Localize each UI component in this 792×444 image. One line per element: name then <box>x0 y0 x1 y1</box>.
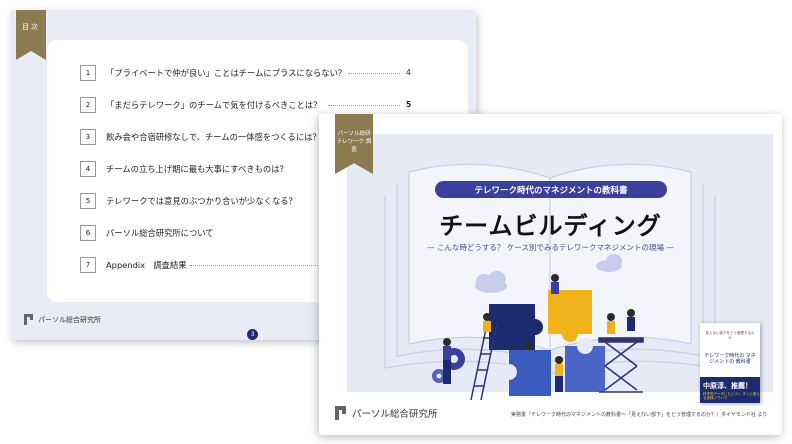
toc-item-number: 2 <box>80 97 96 113</box>
toc-item-number: 1 <box>80 65 96 81</box>
toc-item-title: パーソル総合研究所について <box>106 228 214 238</box>
toc-item-title: Appendix 調査結果 <box>106 260 187 270</box>
logo-text: パーソル総合研究所 <box>38 315 101 324</box>
toc-leader <box>190 265 320 266</box>
toc-leader <box>328 105 400 106</box>
toc-item-number: 4 <box>80 161 96 177</box>
persol-logo-icon <box>335 406 346 420</box>
source-credit: 実務書『テレワーク時代のマネジメントの教科書～「見えない部下」をどう管理するのか… <box>511 412 768 418</box>
toc-leader <box>348 73 400 74</box>
book-title: テレワーク時代の マネジメントの 教科書 <box>704 353 756 365</box>
book-cover-image: 見えない部下をどう管理するのか テレワーク時代の マネジメントの 教科書 中原淳… <box>700 323 760 403</box>
toc-item-title: 飲み会や合宿研修なしで、チームの一体感をつくるには？ <box>106 132 321 142</box>
book-endorsement: 中原淳、推薦！ <box>703 382 752 390</box>
toc-item[interactable]: 1 「プライベートで仲が良い」ことはチームにプラスにならない？ <box>80 64 346 82</box>
toc-item[interactable]: 2 「まだらテレワーク」のチームで気を付けるべきことは？ <box>80 96 321 114</box>
book-subtext: 科学的データにもとづく すぐに使える実践ノウハウ <box>703 392 760 400</box>
toc-item-title: チームの立ち上げ期に最も大事にすべきものは？ <box>106 164 288 174</box>
toc-item-page: 5 <box>406 100 412 109</box>
toc-item-number: 5 <box>80 193 96 209</box>
toc-item-title: テレワークでは意見のぶつかり合いが少なくなる？ <box>106 196 297 206</box>
toc-item[interactable]: 7 Appendix 調査結果 <box>80 256 187 274</box>
toc-item[interactable]: 4 チームの立ち上げ期に最も大事にすべきものは？ <box>80 160 288 178</box>
toc-item[interactable]: 5 テレワークでは意見のぶつかり合いが少なくなる？ <box>80 192 297 210</box>
persol-logo-icon <box>24 314 33 325</box>
toc-item-number: 6 <box>80 225 96 241</box>
persol-logo: パーソル総合研究所 <box>335 406 438 420</box>
toc-item-number: 7 <box>80 257 96 273</box>
cover-page: パーソル総研 テレワーク 調査 テレワーク時代のマネジメントの教科書 チームビル… <box>319 114 782 435</box>
toc-item-title: 「プライベートで仲が良い」ことはチームにプラスにならない？ <box>106 68 347 78</box>
logo-text: パーソル総合研究所 <box>352 409 438 420</box>
toc-item-number: 3 <box>80 129 96 145</box>
persol-logo: パーソル総合研究所 <box>24 314 101 325</box>
toc-item-title: 「まだらテレワーク」のチームで気を付けるべきことは？ <box>106 100 322 110</box>
book-top-text: 見えない部下をどう管理するのか <box>705 331 755 340</box>
toc-item[interactable]: 6 パーソル総合研究所について <box>80 224 214 242</box>
toc-item[interactable]: 3 飲み会や合宿研修なしで、チームの一体感をつくるには？ <box>80 128 321 146</box>
page-number-badge: 3 <box>247 329 258 340</box>
book-band: 中原淳、推薦！ 科学的データにもとづく すぐに使える実践ノウハウ <box>700 377 760 403</box>
toc-ribbon: 目次 <box>16 10 46 60</box>
toc-item-page: 4 <box>406 68 411 77</box>
